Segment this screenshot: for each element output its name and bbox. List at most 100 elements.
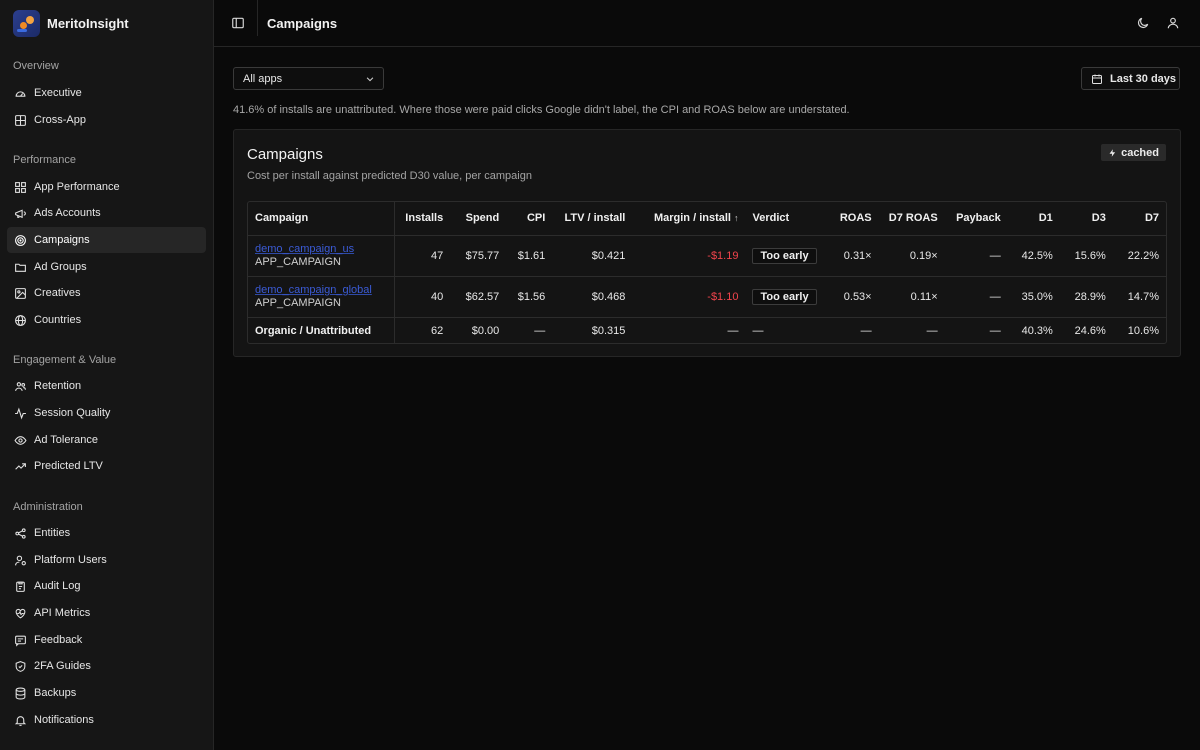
cpi-cell: $1.61 bbox=[506, 235, 553, 277]
sidebar-item-campaigns[interactable]: Campaigns bbox=[7, 227, 206, 253]
col-ltv[interactable]: LTV / install bbox=[552, 202, 633, 236]
sidebar-item-entities[interactable]: Entities bbox=[7, 520, 206, 546]
campaign-link[interactable]: demo_campaign_global bbox=[255, 284, 387, 296]
sidebar-item-label: Executive bbox=[34, 87, 82, 99]
col-cpi[interactable]: CPI bbox=[506, 202, 553, 236]
sidebar-item-label: App Performance bbox=[34, 181, 120, 193]
topbar: Campaigns bbox=[214, 0, 1200, 47]
sidebar-item-backups[interactable]: Backups bbox=[7, 680, 206, 706]
app-select-value: All apps bbox=[243, 72, 283, 85]
sidebar-item-app-performance[interactable]: App Performance bbox=[7, 174, 206, 200]
attribution-notice: 41.6% of installs are unattributed. Wher… bbox=[233, 104, 850, 116]
sidebar-item-label: API Metrics bbox=[34, 607, 91, 619]
sidebar-item-2fa-guides[interactable]: 2FA Guides bbox=[7, 653, 206, 679]
d7-cell: 22.2% bbox=[1112, 235, 1166, 277]
sidebar-item-label: Ad Groups bbox=[34, 261, 87, 273]
sidebar-item-ad-groups[interactable]: Ad Groups bbox=[7, 254, 206, 280]
payback-cell: — bbox=[944, 235, 1008, 277]
target-icon bbox=[15, 234, 26, 246]
sidebar-item-label: Audit Log bbox=[34, 580, 81, 592]
eye-icon bbox=[14, 435, 27, 445]
sidebar-toggle-icon[interactable] bbox=[231, 16, 245, 30]
campaign-cell: Organic / Unattributed bbox=[248, 317, 395, 343]
sidebar-item-predicted-ltv[interactable]: Predicted LTV bbox=[7, 453, 206, 479]
col-d7[interactable]: D7 bbox=[1112, 202, 1166, 236]
brand-logo bbox=[13, 9, 40, 37]
col-roas[interactable]: ROAS bbox=[825, 202, 879, 236]
chevron-down-icon bbox=[366, 77, 374, 82]
verdict-badge: Too early bbox=[752, 247, 817, 264]
section-performance: Performance bbox=[13, 154, 76, 166]
sidebar-item-retention[interactable]: Retention bbox=[7, 373, 206, 399]
col-installs[interactable]: Installs bbox=[394, 202, 451, 236]
cached-badge: cached bbox=[1101, 144, 1166, 161]
col-payback[interactable]: Payback bbox=[944, 202, 1008, 236]
spend-cell: $62.57 bbox=[450, 276, 507, 318]
ltv-cell: $0.421 bbox=[552, 235, 633, 277]
col-d7-roas[interactable]: D7 ROAS bbox=[878, 202, 945, 236]
d3-cell: 15.6% bbox=[1059, 235, 1113, 277]
section-engagement: Engagement & Value bbox=[13, 354, 117, 366]
sidebar-item-label: Predicted LTV bbox=[34, 460, 103, 472]
page-title: Campaigns bbox=[267, 16, 338, 31]
cpi-cell: — bbox=[534, 324, 546, 337]
table-header-row: Campaign Installs Spend CPI LTV / instal… bbox=[248, 202, 1166, 236]
sidebar-item-creatives[interactable]: Creatives bbox=[7, 280, 206, 306]
message-icon bbox=[15, 635, 26, 647]
d3-cell: 28.9% bbox=[1059, 276, 1113, 318]
trending-up-icon bbox=[15, 462, 26, 470]
col-d3[interactable]: D3 bbox=[1059, 202, 1113, 236]
sidebar-item-ad-tolerance[interactable]: Ad Tolerance bbox=[7, 427, 206, 453]
campaign-cell: demo_campaign_global APP_CAMPAIGN bbox=[248, 276, 395, 318]
sidebar-item-label: Retention bbox=[34, 380, 82, 392]
col-d1[interactable]: D1 bbox=[1007, 202, 1060, 236]
table-row: demo_campaign_us APP_CAMPAIGN 47 $75.77 … bbox=[248, 235, 1166, 277]
sidebar-item-platform-users[interactable]: Platform Users bbox=[7, 547, 206, 573]
sidebar-item-label: 2FA Guides bbox=[34, 660, 91, 672]
app-select[interactable]: All apps bbox=[233, 67, 384, 90]
col-margin[interactable]: Margin / install ↑ bbox=[632, 202, 746, 236]
calendar-icon bbox=[1092, 74, 1102, 84]
sidebar-item-session-quality[interactable]: Session Quality bbox=[7, 400, 206, 426]
sidebar-item-notifications[interactable]: Notifications bbox=[7, 707, 206, 733]
date-range-button[interactable]: Last 30 days bbox=[1081, 67, 1180, 90]
verdict-badge: Too early bbox=[752, 288, 817, 305]
sidebar-item-label: Ad Tolerance bbox=[34, 434, 99, 446]
sidebar-item-executive[interactable]: Executive bbox=[7, 80, 206, 106]
sidebar-item-api-metrics[interactable]: API Metrics bbox=[7, 600, 206, 626]
col-spend[interactable]: Spend bbox=[450, 202, 507, 236]
activity-icon bbox=[15, 406, 26, 420]
table-row: demo_campaign_global APP_CAMPAIGN 40 $62… bbox=[248, 276, 1166, 318]
d1-cell: 42.5% bbox=[1007, 235, 1060, 277]
sidebar-item-feedback[interactable]: Feedback bbox=[7, 627, 206, 653]
brand[interactable]: MeritoInsight bbox=[0, 0, 213, 46]
sidebar-item-label: Creatives bbox=[34, 287, 81, 299]
d7-cell: 14.7% bbox=[1112, 276, 1166, 318]
sidebar-item-audit-log[interactable]: Audit Log bbox=[7, 573, 206, 599]
campaigns-table: Campaign Installs Spend CPI LTV / instal… bbox=[247, 201, 1167, 344]
cpi-cell: $1.56 bbox=[506, 276, 553, 318]
col-campaign[interactable]: Campaign bbox=[248, 202, 395, 236]
sidebar-item-label: Session Quality bbox=[34, 407, 111, 419]
roas-cell: 0.53× bbox=[825, 276, 879, 318]
verdict-cell: — bbox=[752, 324, 764, 337]
d1-cell: 35.0% bbox=[1007, 276, 1060, 318]
col-verdict[interactable]: Verdict bbox=[745, 202, 826, 236]
sidebar-item-label: Notifications bbox=[34, 714, 94, 726]
sidebar-item-cross-app[interactable]: Cross-App bbox=[7, 107, 206, 133]
section-administration: Administration bbox=[13, 501, 83, 513]
moon-icon[interactable] bbox=[1136, 16, 1150, 30]
apps-grid-icon bbox=[15, 181, 26, 193]
sidebar-item-countries[interactable]: Countries bbox=[7, 307, 206, 333]
sidebar-item-ads-accounts[interactable]: Ads Accounts bbox=[7, 200, 206, 226]
spend-cell: $75.77 bbox=[450, 235, 507, 277]
megaphone-icon bbox=[15, 208, 26, 218]
user-icon[interactable] bbox=[1166, 16, 1180, 30]
col-margin-label: Margin / install bbox=[653, 212, 731, 225]
bell-icon bbox=[14, 715, 27, 726]
database-icon bbox=[15, 687, 26, 699]
campaign-link[interactable]: demo_campaign_us bbox=[255, 243, 387, 255]
share-icon bbox=[15, 527, 26, 539]
globe-icon bbox=[15, 314, 26, 326]
d7-roas-cell: — bbox=[926, 324, 938, 337]
